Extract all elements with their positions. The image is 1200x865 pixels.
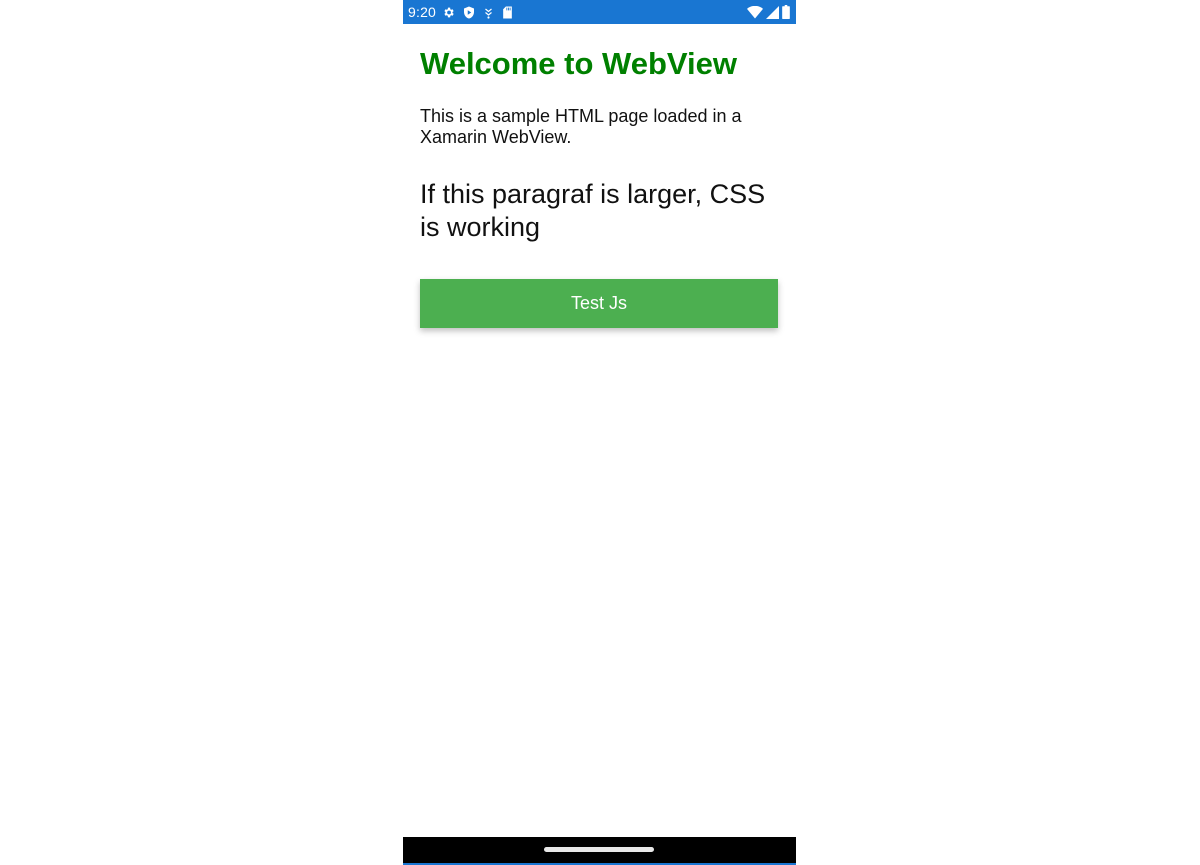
shield-icon <box>463 6 475 19</box>
navigation-bar <box>403 837 796 865</box>
css-test-paragraph: If this paragraf is larger, CSS is worki… <box>420 179 766 242</box>
phone-screen: 9:20 Welcome to WebView This is a sample… <box>403 0 796 865</box>
usb-debug-icon <box>483 6 494 19</box>
status-bar-left: 9:20 <box>408 4 521 20</box>
status-bar-right <box>744 5 790 19</box>
gesture-handle[interactable] <box>544 847 654 852</box>
test-js-button[interactable]: Test Js <box>420 279 778 328</box>
gear-icon <box>442 6 455 19</box>
status-time: 9:20 <box>408 4 437 20</box>
status-bar: 9:20 <box>403 0 796 24</box>
wifi-icon <box>747 5 763 19</box>
signal-icon <box>766 5 779 19</box>
battery-icon <box>782 5 790 19</box>
intro-paragraph: This is a sample HTML page loaded in a X… <box>420 106 742 147</box>
sd-card-icon <box>502 6 513 19</box>
page-heading: Welcome to WebView <box>420 46 737 81</box>
webview-content: Welcome to WebView This is a sample HTML… <box>420 24 780 244</box>
